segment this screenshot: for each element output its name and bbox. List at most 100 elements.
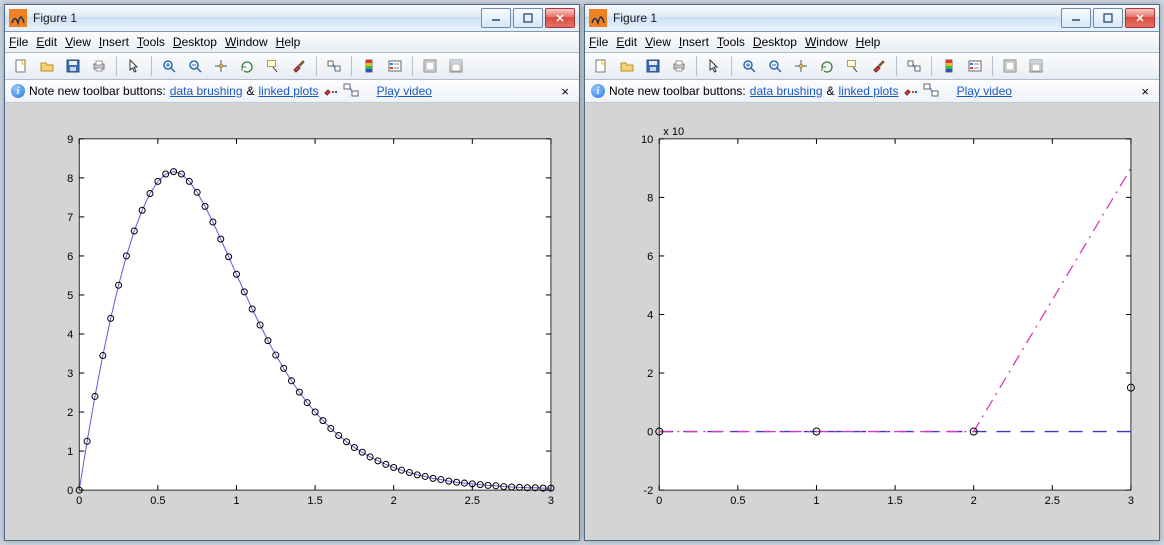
app-icon — [9, 9, 27, 27]
close-button[interactable] — [1125, 8, 1155, 28]
svg-text:2: 2 — [67, 407, 73, 419]
colorbar-icon[interactable] — [937, 54, 961, 78]
toolbar-separator — [992, 56, 993, 76]
figure-window: Figure 1 File Edit View Insert Tools Desktop W… — [4, 4, 580, 541]
toolbar-separator — [731, 56, 732, 76]
close-button[interactable] — [545, 8, 575, 28]
menu-insert[interactable]: Insert — [679, 35, 709, 49]
toolbar-separator — [151, 56, 152, 76]
info-close-icon[interactable]: × — [1137, 84, 1153, 99]
pointer-icon[interactable] — [702, 54, 726, 78]
info-ampersand: & — [827, 84, 835, 98]
menu-edit[interactable]: Edit — [36, 35, 57, 49]
menubar: File Edit View Insert Tools Desktop Window Help — [585, 32, 1159, 53]
zoom-out-icon[interactable] — [183, 54, 207, 78]
rotate-icon[interactable] — [815, 54, 839, 78]
svg-text:7: 7 — [67, 212, 73, 224]
svg-text:-2: -2 — [643, 485, 653, 497]
info-link-linkedplots[interactable]: linked plots — [839, 84, 899, 98]
svg-text:2: 2 — [971, 495, 977, 507]
titlebar[interactable]: Figure 1 — [5, 5, 579, 32]
data-cursor-icon[interactable] — [261, 54, 285, 78]
print-icon[interactable] — [87, 54, 111, 78]
maximize-button[interactable] — [513, 8, 543, 28]
svg-text:8: 8 — [67, 173, 73, 185]
menu-insert[interactable]: Insert — [99, 35, 129, 49]
brush-icon[interactable] — [867, 54, 891, 78]
new-doc-icon[interactable] — [9, 54, 33, 78]
menu-window[interactable]: Window — [805, 35, 848, 49]
legend-icon[interactable] — [963, 54, 987, 78]
menu-help[interactable]: Help — [276, 35, 301, 49]
menu-edit[interactable]: Edit — [616, 35, 637, 49]
zoom-in-icon[interactable] — [737, 54, 761, 78]
pan-icon[interactable] — [209, 54, 233, 78]
svg-text:0.5: 0.5 — [730, 495, 745, 507]
hide-tools-icon[interactable] — [998, 54, 1022, 78]
window-title: Figure 1 — [33, 11, 481, 25]
info-link-brushing[interactable]: data brushing — [170, 84, 243, 98]
zoom-out-icon[interactable] — [763, 54, 787, 78]
info-link-play[interactable]: Play video — [957, 84, 1012, 98]
info-close-icon[interactable]: × — [557, 84, 573, 99]
svg-text:0: 0 — [656, 495, 662, 507]
titlebar[interactable]: Figure 1 — [585, 5, 1159, 32]
svg-text:2: 2 — [647, 368, 653, 380]
svg-text:x 10: x 10 — [663, 126, 684, 138]
toolbar-separator — [116, 56, 117, 76]
menu-file[interactable]: File — [589, 35, 608, 49]
pan-icon[interactable] — [789, 54, 813, 78]
save-icon[interactable] — [641, 54, 665, 78]
app-icon — [589, 9, 607, 27]
link-plots-icon[interactable] — [902, 54, 926, 78]
open-folder-icon[interactable] — [35, 54, 59, 78]
menu-desktop[interactable]: Desktop — [753, 35, 797, 49]
svg-text:8: 8 — [647, 192, 653, 204]
toolbar — [585, 53, 1159, 80]
menu-desktop[interactable]: Desktop — [173, 35, 217, 49]
menu-help[interactable]: Help — [856, 35, 881, 49]
menu-file[interactable]: File — [9, 35, 28, 49]
svg-text:2: 2 — [391, 495, 397, 507]
info-link-linkedplots[interactable]: linked plots — [259, 84, 319, 98]
colorbar-icon[interactable] — [357, 54, 381, 78]
menu-tools[interactable]: Tools — [717, 35, 745, 49]
new-doc-icon[interactable] — [589, 54, 613, 78]
info-bar: i Note new toolbar buttons: data brushin… — [5, 80, 579, 103]
info-link-brushing[interactable]: data brushing — [750, 84, 823, 98]
svg-text:0.5: 0.5 — [150, 495, 165, 507]
print-icon[interactable] — [667, 54, 691, 78]
data-cursor-icon[interactable] — [841, 54, 865, 78]
info-icon: i — [591, 84, 605, 98]
show-tools-icon[interactable] — [1024, 54, 1048, 78]
rotate-icon[interactable] — [235, 54, 259, 78]
legend-icon[interactable] — [383, 54, 407, 78]
open-folder-icon[interactable] — [615, 54, 639, 78]
link-plots-icon[interactable] — [322, 54, 346, 78]
menu-view[interactable]: View — [645, 35, 671, 49]
menubar: File Edit View Insert Tools Desktop Window Help — [5, 32, 579, 53]
zoom-in-icon[interactable] — [157, 54, 181, 78]
svg-text:3: 3 — [1128, 495, 1134, 507]
minimize-button[interactable] — [481, 8, 511, 28]
svg-text:3: 3 — [548, 495, 554, 507]
pointer-icon[interactable] — [122, 54, 146, 78]
maximize-button[interactable] — [1093, 8, 1123, 28]
brush-icon[interactable] — [287, 54, 311, 78]
menu-view[interactable]: View — [65, 35, 91, 49]
show-tools-icon[interactable] — [444, 54, 468, 78]
menu-tools[interactable]: Tools — [137, 35, 165, 49]
svg-text:1: 1 — [813, 495, 819, 507]
svg-text:3: 3 — [67, 368, 73, 380]
svg-text:10: 10 — [641, 134, 653, 146]
save-icon[interactable] — [61, 54, 85, 78]
info-text: Note new toolbar buttons: — [29, 84, 166, 98]
toolbar-separator — [896, 56, 897, 76]
linkplots-mini-icon — [343, 83, 359, 100]
toolbar-separator — [931, 56, 932, 76]
minimize-button[interactable] — [1061, 8, 1091, 28]
menu-window[interactable]: Window — [225, 35, 268, 49]
toolbar — [5, 53, 579, 80]
hide-tools-icon[interactable] — [418, 54, 442, 78]
info-link-play[interactable]: Play video — [377, 84, 432, 98]
